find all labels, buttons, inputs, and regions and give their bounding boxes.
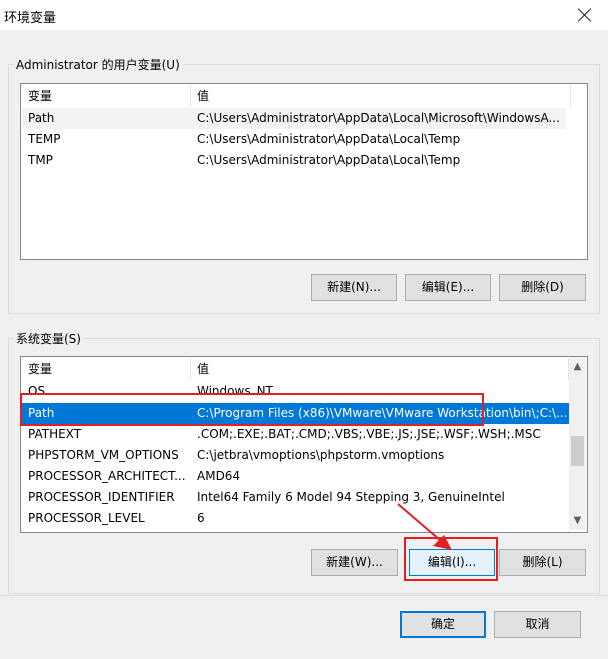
system-delete-button[interactable]: 删除(L) (499, 549, 586, 576)
list-header: 变量 值 (22, 358, 569, 380)
var-value: C:\Program Files (x86)\VMware\VMware Wor… (197, 406, 566, 420)
vertical-scrollbar[interactable]: ▲ ▼ (569, 357, 586, 530)
var-name: PROCESSOR_ARCHITECT... (28, 469, 186, 483)
system-edit-button[interactable]: 编辑(I)... (409, 549, 495, 576)
var-name: PHPSTORM_VM_OPTIONS (28, 448, 179, 462)
user-edit-button[interactable]: 编辑(E)... (405, 274, 491, 301)
var-value: C:\Users\Administrator\AppData\Local\Tem… (197, 153, 461, 167)
var-value: Windows_NT (197, 384, 273, 394)
ok-button[interactable]: 确定 (400, 611, 486, 638)
var-value: C:\jetbra\vmoptions\phpstorm.vmoptions (197, 448, 445, 462)
var-name: Path (28, 111, 55, 125)
scroll-thumb[interactable] (571, 436, 584, 466)
user-new-button[interactable]: 新建(N)... (311, 274, 397, 301)
user-variables-list[interactable]: 变量 值 Path C:\Users\Administrator\AppData… (20, 83, 588, 260)
close-icon[interactable] (573, 3, 597, 27)
list-header: 变量 值 (22, 85, 586, 107)
var-value: 6 (197, 511, 205, 525)
var-value: .COM;.EXE;.BAT;.CMD;.VBS;.VBE;.JS;.JSE;.… (197, 427, 541, 441)
var-name: PATHEXT (28, 427, 82, 441)
user-variables-label: Administrator 的用户变量(U) (13, 56, 183, 73)
var-value: AMD64 (197, 469, 241, 483)
var-name: TMP (28, 153, 53, 167)
system-variables-list[interactable]: 变量 值 OS Windows_NT Path C:\Program Files… (20, 356, 588, 533)
column-header-value[interactable]: 值 (191, 358, 569, 380)
system-new-button[interactable]: 新建(W)... (311, 549, 398, 576)
var-value: Intel64 Family 6 Model 94 Stepping 3, Ge… (197, 490, 505, 504)
user-var-row-tmp[interactable]: TMP C:\Users\Administrator\AppData\Local… (22, 150, 566, 171)
user-delete-button[interactable]: 删除(D) (499, 274, 586, 301)
var-name: OS (28, 384, 46, 394)
system-var-row-phpstorm[interactable]: PHPSTORM_VM_OPTIONS C:\jetbra\vmoptions\… (22, 445, 569, 466)
column-header-name[interactable]: 变量 (22, 358, 191, 380)
user-var-row-temp[interactable]: TEMP C:\Users\Administrator\AppData\Loca… (22, 129, 566, 150)
scroll-down-icon[interactable]: ▼ (569, 512, 586, 529)
user-var-row-path[interactable]: Path C:\Users\Administrator\AppData\Loca… (22, 108, 566, 129)
system-var-row-os[interactable]: OS Windows_NT (22, 381, 569, 394)
system-variables-label: 系统变量(S) (13, 330, 84, 347)
var-name: PROCESSOR_IDENTIFIER (28, 490, 175, 504)
system-var-row-proc-level[interactable]: PROCESSOR_LEVEL 6 (22, 508, 569, 529)
footer-separator (0, 595, 608, 596)
cancel-button[interactable]: 取消 (494, 611, 581, 638)
window-title: 环境变量 (4, 11, 57, 26)
var-name: TEMP (28, 132, 61, 146)
title-bar: 环境变量 (0, 0, 608, 30)
system-var-row-path[interactable]: Path C:\Program Files (x86)\VMware\VMwar… (22, 403, 569, 424)
scroll-up-icon[interactable]: ▲ (569, 358, 586, 375)
column-header-value[interactable]: 值 (191, 85, 571, 107)
system-var-row-proc-id[interactable]: PROCESSOR_IDENTIFIER Intel64 Family 6 Mo… (22, 487, 569, 508)
var-name: Path (28, 406, 55, 420)
system-var-row-proc-arch[interactable]: PROCESSOR_ARCHITECT... AMD64 (22, 466, 569, 487)
column-header-name[interactable]: 变量 (22, 85, 191, 107)
var-value: C:\Users\Administrator\AppData\Local\Mic… (197, 111, 560, 125)
var-value: C:\Users\Administrator\AppData\Local\Tem… (197, 132, 461, 146)
system-var-row-pathext[interactable]: PATHEXT .COM;.EXE;.BAT;.CMD;.VBS;.VBE;.J… (22, 424, 569, 445)
var-name: PROCESSOR_LEVEL (28, 511, 145, 525)
